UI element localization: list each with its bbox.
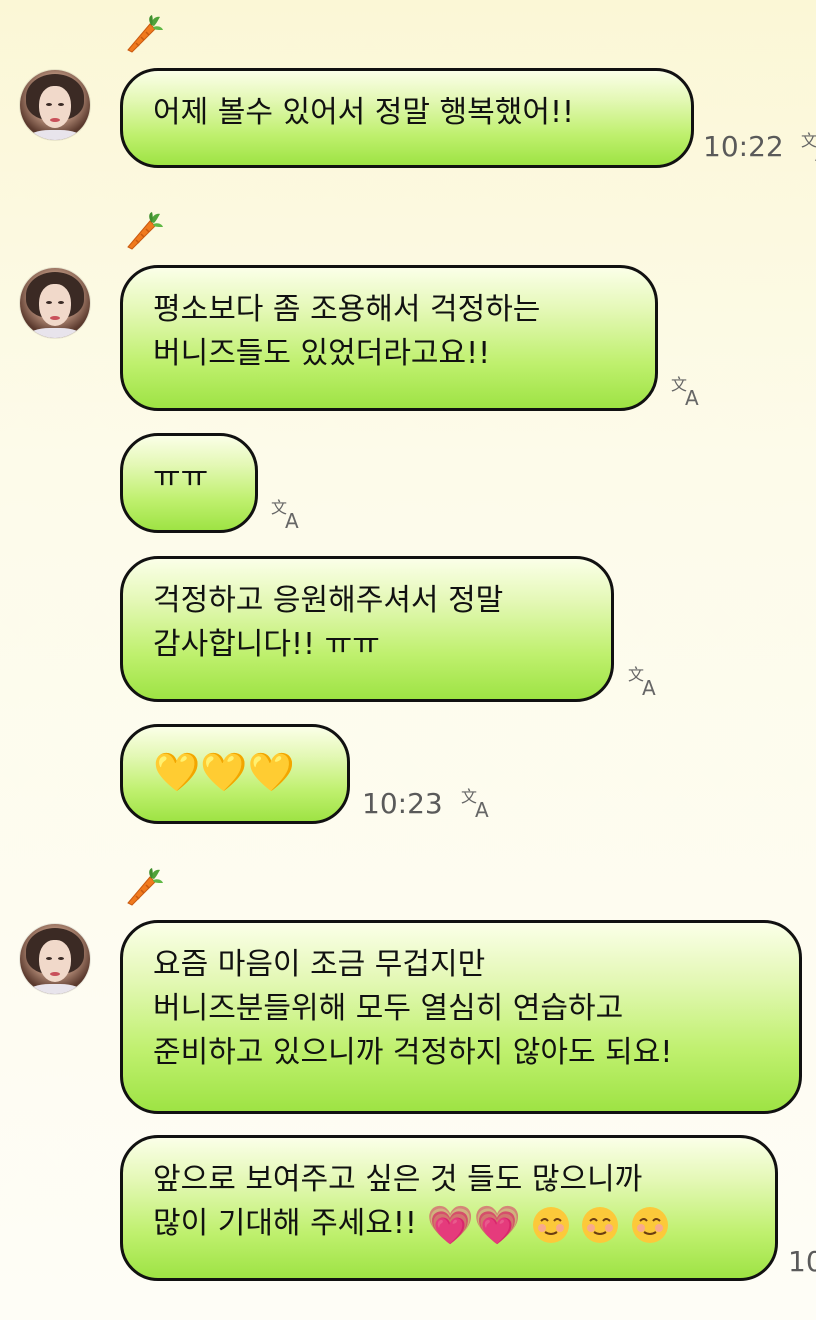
- message-bubble[interactable]: 평소보다 좀 조용해서 걱정하는 버니즈들도 있었더라고요!!: [120, 265, 658, 411]
- message-bubble[interactable]: 앞으로 보여주고 싶은 것 들도 많으니까 많이 기대해 주세요!! 💗💗: [120, 1135, 778, 1281]
- message-bubble[interactable]: 요즘 마음이 조금 무겁지만 버니즈분들위해 모두 열심히 연습하고 준비하고 …: [120, 920, 802, 1114]
- message-bubble[interactable]: ㅠㅠ: [120, 433, 258, 533]
- message-bubble[interactable]: 걱정하고 응원해주셔서 정말 감사합니다!! ㅠㅠ: [120, 556, 614, 702]
- translate-icon[interactable]: [627, 664, 663, 698]
- message-text-line: 앞으로 보여주고 싶은 것 들도 많으니까: [153, 1162, 643, 1197]
- message-text-line: 걱정하고 응원해주셔서 정말: [153, 583, 504, 618]
- message-text-line: 요즘 마음이 조금 무겁지만: [153, 947, 486, 982]
- message-bubble[interactable]: 어제 볼수 있어서 정말 행복했어!!: [120, 68, 694, 168]
- message-timestamp: 10:23: [362, 787, 443, 820]
- message-timestamp: 10:22: [703, 130, 784, 163]
- translate-icon[interactable]: [670, 374, 706, 408]
- message-text: 어제 볼수 있어서 정말 행복했어!!: [153, 95, 574, 130]
- smiling-face-emoji: [630, 1205, 670, 1245]
- pink-heart-emoji: 💗: [473, 1202, 522, 1247]
- message-text-line: 준비하고 있으니까 걱정하지 않아도 되요!: [153, 1035, 673, 1070]
- translate-icon[interactable]: [800, 130, 816, 164]
- chat-screen: { "messages": [ {"text_lines": ["어제 볼수 있…: [0, 0, 816, 1320]
- yellow-heart-emoji: 💛: [247, 749, 295, 794]
- message-timestamp: 10: [788, 1245, 816, 1278]
- message-text: ㅠㅠ: [153, 460, 209, 495]
- translate-icon[interactable]: [270, 497, 306, 531]
- message-text-line: 평소보다 좀 조용해서 걱정하는: [153, 292, 541, 327]
- carrot-icon: [124, 867, 164, 907]
- translate-icon[interactable]: [460, 786, 496, 820]
- message-text-line: 많이 기대해 주세요!! 💗💗: [153, 1202, 745, 1247]
- avatar[interactable]: [20, 924, 90, 994]
- pink-heart-emoji: 💗: [426, 1202, 474, 1247]
- avatar[interactable]: [20, 70, 90, 140]
- carrot-icon: [124, 14, 164, 54]
- message-bubble[interactable]: 💛💛💛: [120, 724, 350, 824]
- carrot-icon: [124, 211, 164, 251]
- yellow-heart-emoji: 💛: [200, 749, 248, 794]
- message-text-line: 감사합니다!! ㅠㅠ: [153, 627, 380, 662]
- message-text-line: 버니즈분들위해 모두 열심히 연습하고: [153, 991, 624, 1026]
- message-text: 많이 기대해 주세요!!: [153, 1206, 417, 1241]
- message-text-line: 버니즈들도 있었더라고요!!: [153, 336, 491, 371]
- avatar[interactable]: [20, 268, 90, 338]
- yellow-heart-emoji: 💛: [153, 749, 201, 794]
- smiling-face-emoji: [580, 1205, 620, 1245]
- smiling-face-emoji: [531, 1205, 571, 1245]
